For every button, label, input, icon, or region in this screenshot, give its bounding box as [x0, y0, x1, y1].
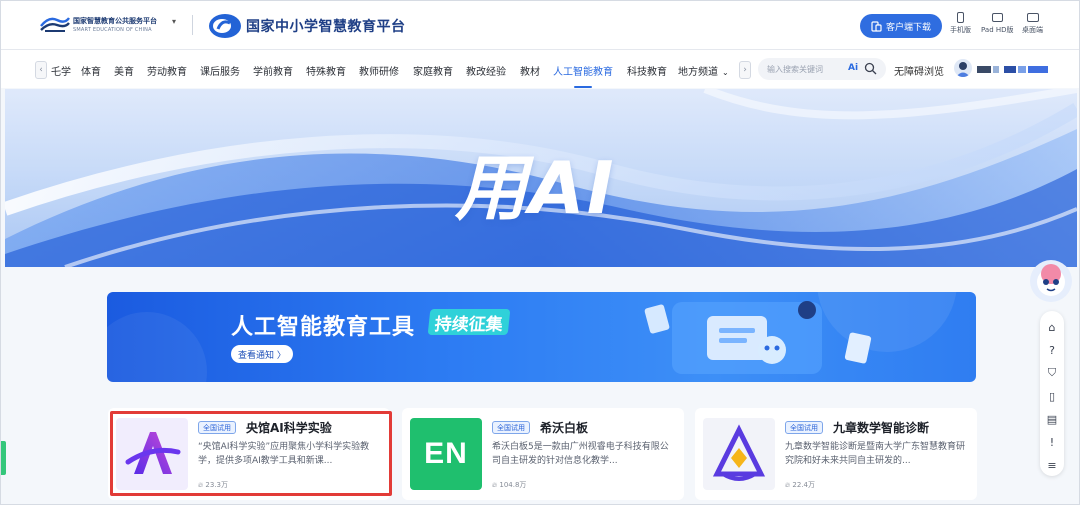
left-edge-tab[interactable]: [1, 441, 6, 475]
nav-item-after-school[interactable]: 课后服务: [200, 63, 240, 78]
app-card-jiuzhang-math[interactable]: 全国试用 九章数学智能诊断 九章数学智能诊断是暨南大学广东智慧教育研究院和好未来…: [695, 408, 977, 500]
app-card-cnml-ai-science[interactable]: 全国试用 央馆AI科学实验 “央馆AI科学实验”应用聚焦小学科学实验教学，提供多…: [108, 408, 390, 500]
view-count-value: 104.8万: [499, 481, 527, 489]
app-description: “央馆AI科学实验”应用聚焦小学科学实验教学，提供多项AI教学工具和新课...: [198, 442, 370, 466]
feedback-icon[interactable]: !: [1045, 435, 1059, 449]
app-description: 希沃白板5是一款由广州视睿电子科技有限公司自主研发的针对信息化教学...: [492, 442, 669, 466]
view-count: 🔥︎ 23.3万: [198, 480, 228, 490]
nav-item-preschool[interactable]: 学前教育: [253, 63, 293, 78]
trial-badge: 全国试用: [492, 421, 530, 434]
devices-icon[interactable]: ▯: [1045, 389, 1059, 403]
robot-mascot-icon: [1037, 264, 1065, 296]
device-phone-label: 手机版: [950, 26, 971, 34]
nav-item-labor[interactable]: 劳动教育: [147, 63, 187, 78]
nav-item-local[interactable]: 地方频道 ⌄: [678, 63, 729, 78]
view-count: 🔥︎ 22.4万: [785, 480, 815, 490]
nav-item-textbooks[interactable]: 教材: [520, 63, 540, 78]
home-icon[interactable]: ⌂: [1045, 320, 1059, 334]
username-redacted: [993, 66, 999, 73]
view-notice-button[interactable]: 查看通知 〉: [231, 345, 293, 363]
smart-education-logo-icon[interactable]: [39, 14, 71, 34]
nav-scroll-left-chevron-icon[interactable]: ‹: [35, 61, 47, 79]
nav-item-ai-education[interactable]: 人工智能教育: [553, 63, 613, 78]
org-name-cn[interactable]: 国家智慧教育公共服务平台: [73, 16, 157, 26]
chevron-down-icon: ⌄: [722, 68, 729, 77]
promo-title: 人工智能教育工具: [231, 315, 416, 340]
user-avatar-icon: [956, 62, 970, 77]
app-description: 九章数学智能诊断是暨南大学广东智慧教育研究院和好未来共同自主研发的...: [785, 442, 966, 466]
nav-item-tech[interactable]: 科技教育: [627, 63, 667, 78]
device-pad-label: Pad HD版: [981, 26, 1014, 34]
client-download-label: 客户端下载: [885, 22, 931, 33]
nav-item-sports[interactable]: 体育: [81, 63, 101, 78]
platform-logo-icon[interactable]: [208, 11, 244, 39]
device-desktop-button[interactable]: 桌面端: [1022, 12, 1043, 35]
app-title: 九章数学智能诊断: [833, 421, 930, 435]
nav-scroll-right-chevron-icon[interactable]: ›: [739, 61, 751, 79]
username-redacted: [1028, 66, 1048, 73]
nav-item-arts[interactable]: 美育: [114, 63, 134, 78]
search-input[interactable]: 输入搜索关键词: [767, 64, 823, 75]
hero-title: 用AI: [455, 146, 616, 230]
promo-tag: 持续征集: [427, 309, 511, 335]
menu-icon[interactable]: ≡: [1045, 458, 1059, 472]
nav-item-local-label: 地方频道: [678, 67, 718, 78]
platform-switch-chevron-down-icon[interactable]: ▾: [172, 17, 176, 26]
desktop-icon: [1026, 13, 1039, 22]
nav-active-underline: [574, 86, 592, 88]
username-redacted: [1004, 66, 1016, 73]
device-pad-button[interactable]: Pad HD版: [981, 12, 1014, 35]
device-phone-button[interactable]: 手机版: [950, 12, 971, 35]
phone-icon: [957, 12, 964, 23]
view-count-value: 22.4万: [792, 481, 815, 489]
nav-item-teacher-training[interactable]: 教师研修: [359, 63, 399, 78]
trial-badge: 全国试用: [785, 421, 823, 434]
shield-icon[interactable]: ⛉: [1045, 366, 1059, 380]
notebook-icon[interactable]: ▤: [1045, 412, 1059, 426]
nav-item-reform[interactable]: 教改经验: [466, 63, 506, 78]
download-device-icon: [871, 20, 882, 32]
seewo-logo-text: EN: [424, 437, 468, 470]
username-redacted: [977, 66, 991, 73]
header-separator: [192, 15, 193, 35]
platform-name[interactable]: 国家中小学智慧教育平台: [246, 16, 406, 36]
view-count-value: 23.3万: [205, 481, 228, 489]
nav-item-special[interactable]: 特殊教育: [306, 63, 346, 78]
app-card-seewo-whiteboard[interactable]: EN 全国试用 希沃白板 希沃白板5是一款由广州视睿电子科技有限公司自主研发的针…: [402, 408, 684, 500]
app-title: 希沃白板: [540, 421, 589, 435]
org-name-en: SMART EDUCATION OF CHINA: [73, 27, 152, 33]
nav-item-family[interactable]: 家庭教育: [413, 63, 453, 78]
device-desktop-label: 桌面端: [1022, 26, 1043, 34]
search-icon[interactable]: [864, 62, 877, 75]
tablet-icon: [991, 13, 1003, 22]
ai-assistant-mascot[interactable]: [1030, 260, 1072, 302]
cnml-ai-science-app-icon: [116, 418, 188, 490]
jiuzhang-app-icon: [703, 418, 775, 490]
seewo-app-icon: EN: [410, 418, 482, 490]
trial-badge: 全国试用: [198, 421, 236, 434]
app-title: 央馆AI科学实验: [246, 421, 332, 435]
help-icon[interactable]: ?: [1045, 343, 1059, 357]
username-redacted: [1018, 66, 1026, 73]
accessibility-link[interactable]: 无障碍浏览: [894, 63, 944, 78]
jiuzhang-logo-icon: [712, 424, 766, 481]
client-download-button[interactable]: 客户端下载: [860, 14, 942, 38]
nav-item-moral[interactable]: 乇学: [51, 63, 71, 78]
user-avatar[interactable]: [954, 59, 972, 77]
ai-search-icon[interactable]: Ai: [848, 63, 858, 73]
view-count: 🔥︎ 104.8万: [492, 480, 526, 490]
browser-viewport: 国家智慧教育公共服务平台 SMART EDUCATION OF CHINA ▾ …: [0, 0, 1080, 505]
ai-science-logo-icon: [125, 432, 181, 474]
